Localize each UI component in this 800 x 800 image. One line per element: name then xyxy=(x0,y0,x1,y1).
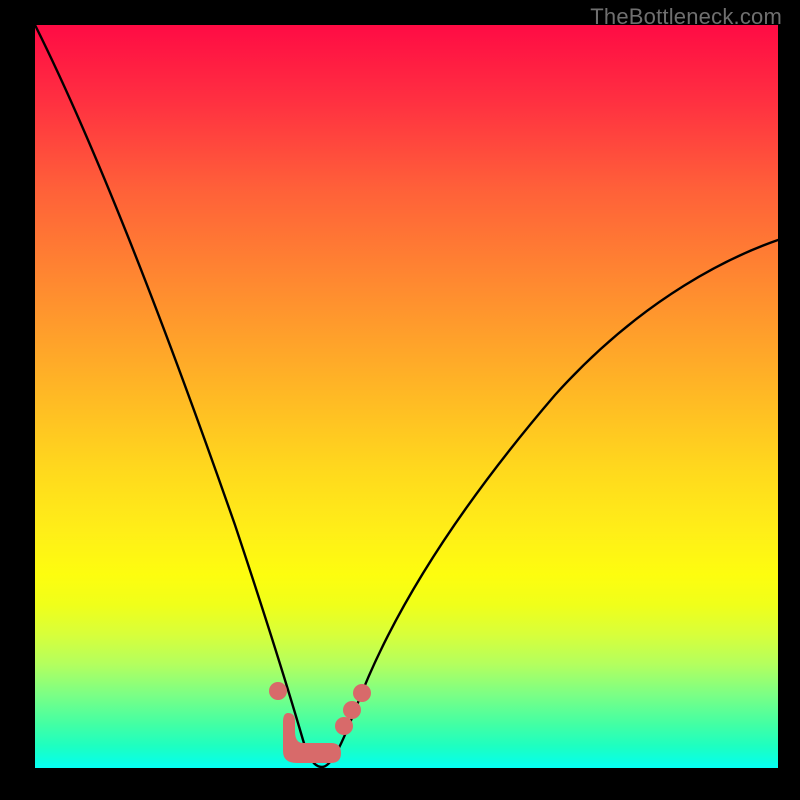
right-low-dot-icon xyxy=(335,717,353,735)
right-mid-dot-icon xyxy=(343,701,361,719)
plot-area xyxy=(35,25,778,768)
right-upper-dot-icon xyxy=(353,684,371,702)
watermark-text: TheBottleneck.com xyxy=(590,4,782,30)
valley-blob-icon xyxy=(283,713,341,763)
left-upper-dot-icon xyxy=(269,682,287,700)
chart-frame: TheBottleneck.com xyxy=(0,0,800,800)
curve-path xyxy=(35,25,778,767)
bottleneck-curve xyxy=(35,25,778,768)
